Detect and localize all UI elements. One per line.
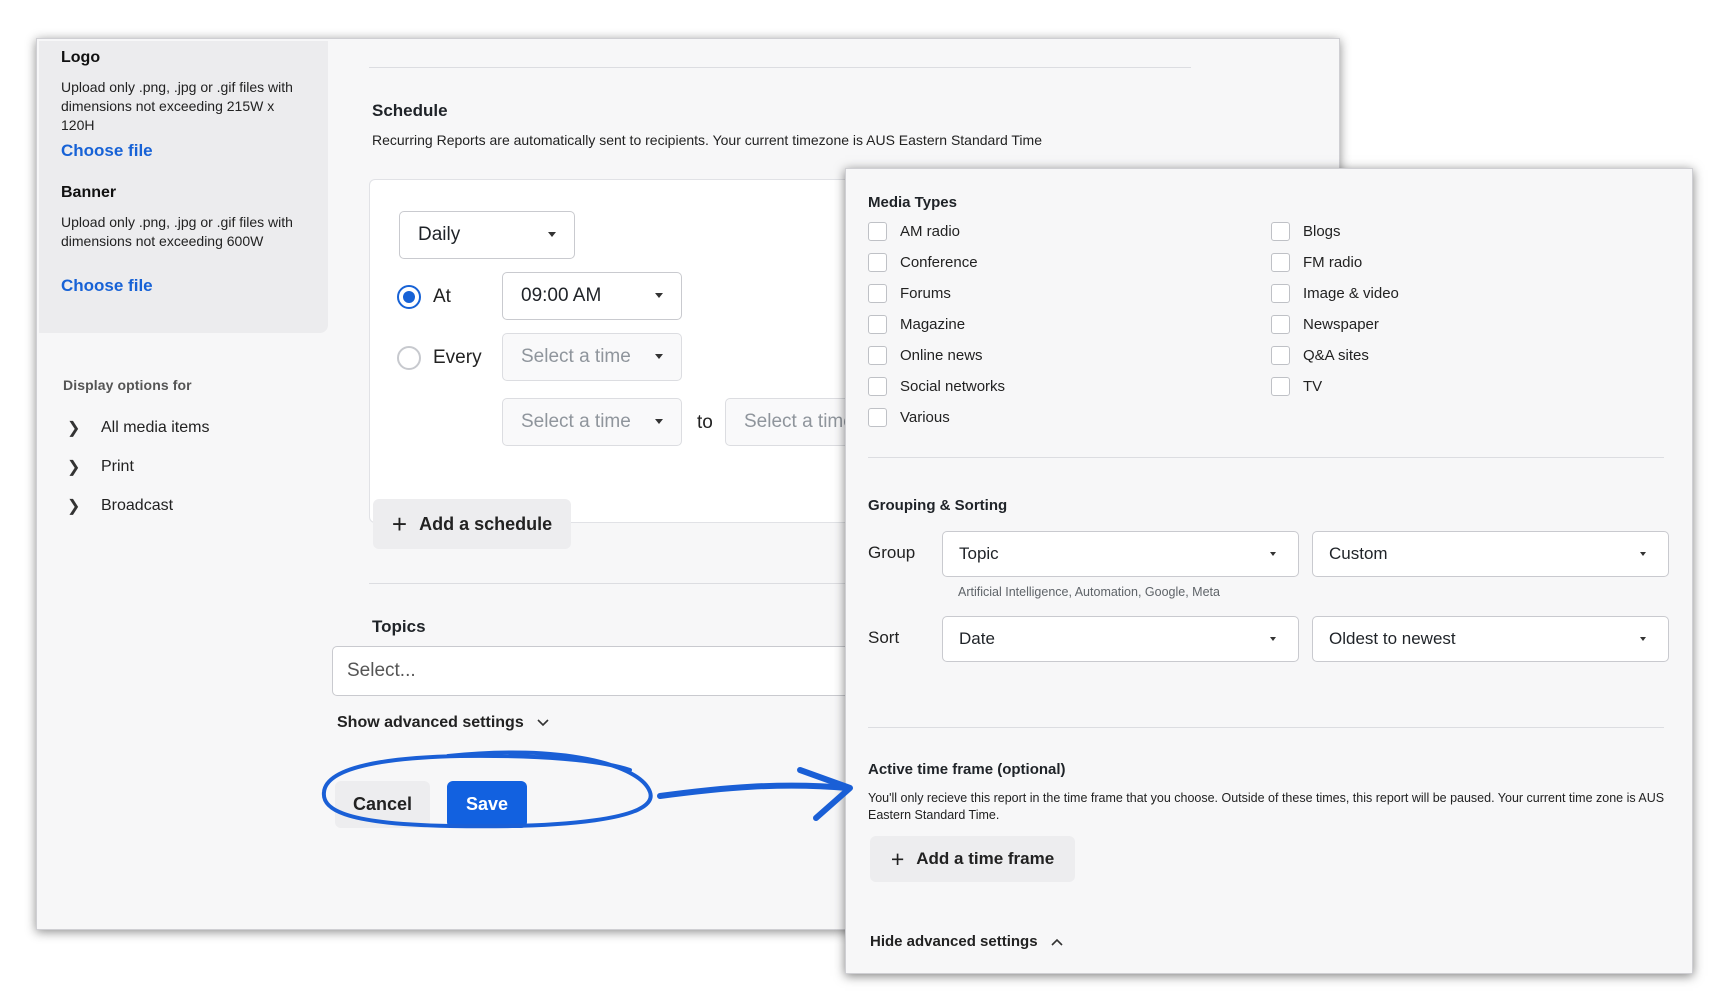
checkbox-online-news[interactable]: Online news [868, 344, 983, 366]
group-label: Group [868, 543, 916, 562]
banner-description: Upload only .png, .jpg or .gif files wit… [61, 214, 293, 249]
sort-order-select[interactable]: Oldest to newest [1312, 616, 1669, 662]
logo-heading: Logo [61, 49, 101, 66]
cancel-button[interactable]: Cancel [335, 781, 430, 828]
schedule-description: Recurring Reports are automatically sent… [372, 132, 1042, 148]
active-time-frame-title: Active time frame (optional) [868, 761, 1066, 778]
save-button[interactable]: Save [447, 781, 527, 828]
time-frame-description: You'll only recieve this report in the t… [868, 791, 1665, 822]
group-custom-select[interactable]: Custom [1312, 531, 1669, 577]
plus-icon: + [391, 509, 408, 539]
caret-down-icon [548, 232, 556, 237]
caret-down-icon [1270, 637, 1276, 641]
show-advanced-settings-toggle[interactable]: Show advanced settings [337, 714, 550, 732]
topics-input[interactable]: Select... [332, 646, 892, 696]
sort-label: Sort [868, 628, 900, 647]
checkbox-magazine[interactable]: Magazine [868, 313, 965, 335]
divider [868, 727, 1664, 728]
checkbox-tv[interactable]: TV [1271, 375, 1322, 397]
banner-heading: Banner [61, 184, 117, 201]
media-types-title: Media Types [868, 194, 957, 211]
display-options-label: Display options for [63, 377, 192, 393]
checkbox-various[interactable]: Various [868, 406, 950, 428]
plus-icon: + [890, 845, 905, 872]
display-item-all-media[interactable]: ❯ All media items [67, 415, 209, 441]
schedule-title: Schedule [372, 101, 448, 120]
at-radio[interactable] [397, 285, 421, 309]
logo-choose-file-link[interactable]: Choose file [61, 141, 153, 161]
banner-choose-file-link[interactable]: Choose file [61, 276, 153, 296]
topics-title: Topics [372, 617, 426, 636]
to-label: to [697, 412, 713, 433]
frequency-select[interactable]: Daily [399, 211, 575, 259]
caret-down-icon [1270, 552, 1276, 556]
checkbox-newspaper[interactable]: Newspaper [1271, 313, 1379, 335]
chevron-right-icon: ❯ [67, 420, 81, 437]
caret-down-icon [655, 419, 663, 424]
caret-down-icon [655, 354, 663, 359]
caret-down-icon [655, 293, 663, 298]
advanced-settings-window: Media Types AM radio Conference Forums M… [845, 168, 1693, 974]
group-topics-hint: Artificial Intelligence, Automation, Goo… [958, 585, 1220, 599]
every-radio[interactable] [397, 346, 421, 370]
add-time-frame-button[interactable]: + Add a time frame [870, 836, 1075, 882]
checkbox-fm-radio[interactable]: FM radio [1271, 251, 1362, 273]
logo-description: Upload only .png, .jpg or .gif files wit… [61, 79, 293, 133]
chevron-up-icon [1050, 938, 1063, 946]
checkbox-forums[interactable]: Forums [868, 282, 951, 304]
sort-select[interactable]: Date [942, 616, 1299, 662]
at-time-select[interactable]: 09:00 AM [502, 272, 682, 320]
chevron-right-icon: ❯ [67, 459, 81, 476]
checkbox-conference[interactable]: Conference [868, 251, 978, 273]
divider [369, 67, 1191, 68]
grouping-sorting-title: Grouping & Sorting [868, 497, 1008, 514]
upload-panel: Logo Upload only .png, .jpg or .gif file… [39, 41, 328, 333]
checkbox-qa-sites[interactable]: Q&A sites [1271, 344, 1369, 366]
checkbox-am-radio[interactable]: AM radio [868, 220, 960, 242]
add-schedule-button[interactable]: + Add a schedule [373, 499, 571, 549]
checkbox-social-networks[interactable]: Social networks [868, 375, 1005, 397]
at-label: At [433, 286, 451, 307]
caret-down-icon [1640, 552, 1646, 556]
chevron-down-icon [537, 719, 549, 727]
chevron-right-icon: ❯ [67, 498, 81, 515]
from-time-select[interactable]: Select a time [502, 398, 682, 446]
divider [868, 457, 1664, 458]
display-item-broadcast[interactable]: ❯ Broadcast [67, 493, 173, 519]
every-interval-select[interactable]: Select a time [502, 333, 682, 381]
display-item-print[interactable]: ❯ Print [67, 454, 134, 480]
caret-down-icon [1640, 637, 1646, 641]
hide-advanced-settings-toggle[interactable]: Hide advanced settings [870, 933, 1064, 950]
checkbox-blogs[interactable]: Blogs [1271, 220, 1341, 242]
every-label: Every [433, 347, 482, 368]
checkbox-image-video[interactable]: Image & video [1271, 282, 1399, 304]
group-select[interactable]: Topic [942, 531, 1299, 577]
